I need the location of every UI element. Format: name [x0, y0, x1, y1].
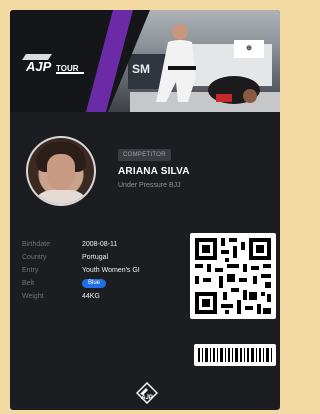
- entry-row: Entry Youth Women's GI: [22, 264, 172, 277]
- details-list: Birthdate 2008-08-11 Country Portugal En…: [22, 238, 172, 303]
- entry-label: Entry: [22, 267, 39, 274]
- competitor-card: SM ⊕ AJP TOUR COMPETITOR ARIANA SILVA Un…: [10, 10, 280, 410]
- opponent-figure: [208, 76, 260, 104]
- role-badge: COMPETITOR: [118, 149, 171, 161]
- country-value: Portugal: [82, 254, 109, 261]
- birthdate-label: Birthdate: [22, 241, 51, 248]
- svg-text:TOUR: TOUR: [56, 64, 79, 73]
- belt-label: Belt: [22, 280, 35, 287]
- weight-value: 44KG: [82, 293, 100, 300]
- birthdate-value: 2008-08-11: [82, 241, 118, 248]
- barcode-icon: [198, 348, 272, 362]
- svg-text:AJP: AJP: [25, 59, 52, 74]
- qr-code[interactable]: [190, 233, 276, 319]
- barcode[interactable]: [194, 344, 276, 366]
- qr-code-icon: [195, 238, 271, 314]
- country-row: Country Portugal: [22, 251, 172, 264]
- birthdate-row: Birthdate 2008-08-11: [22, 238, 172, 251]
- weight-label: Weight: [22, 293, 44, 300]
- avatar: [26, 136, 96, 206]
- wall-badge: ⊕: [234, 40, 264, 58]
- weight-row: Weight 44KG: [22, 290, 172, 303]
- team-name: Under Pressure BJJ: [118, 182, 181, 189]
- svg-text:AJP: AJP: [140, 395, 154, 401]
- belt-badge: Blue: [82, 279, 107, 288]
- ajp-logo-icon: AJP: [136, 382, 158, 404]
- country-label: Country: [22, 254, 47, 261]
- athlete-figure: [156, 24, 196, 102]
- entry-value: Youth Women's GI: [82, 267, 140, 274]
- belt-row: Belt Blue: [22, 277, 172, 290]
- avatar-photo: [28, 138, 94, 204]
- ajp-tour-logo: AJP TOUR: [22, 54, 84, 74]
- competitor-name: ARIANA SILVA: [118, 166, 190, 177]
- header-banner: SM ⊕ AJP TOUR: [10, 10, 280, 112]
